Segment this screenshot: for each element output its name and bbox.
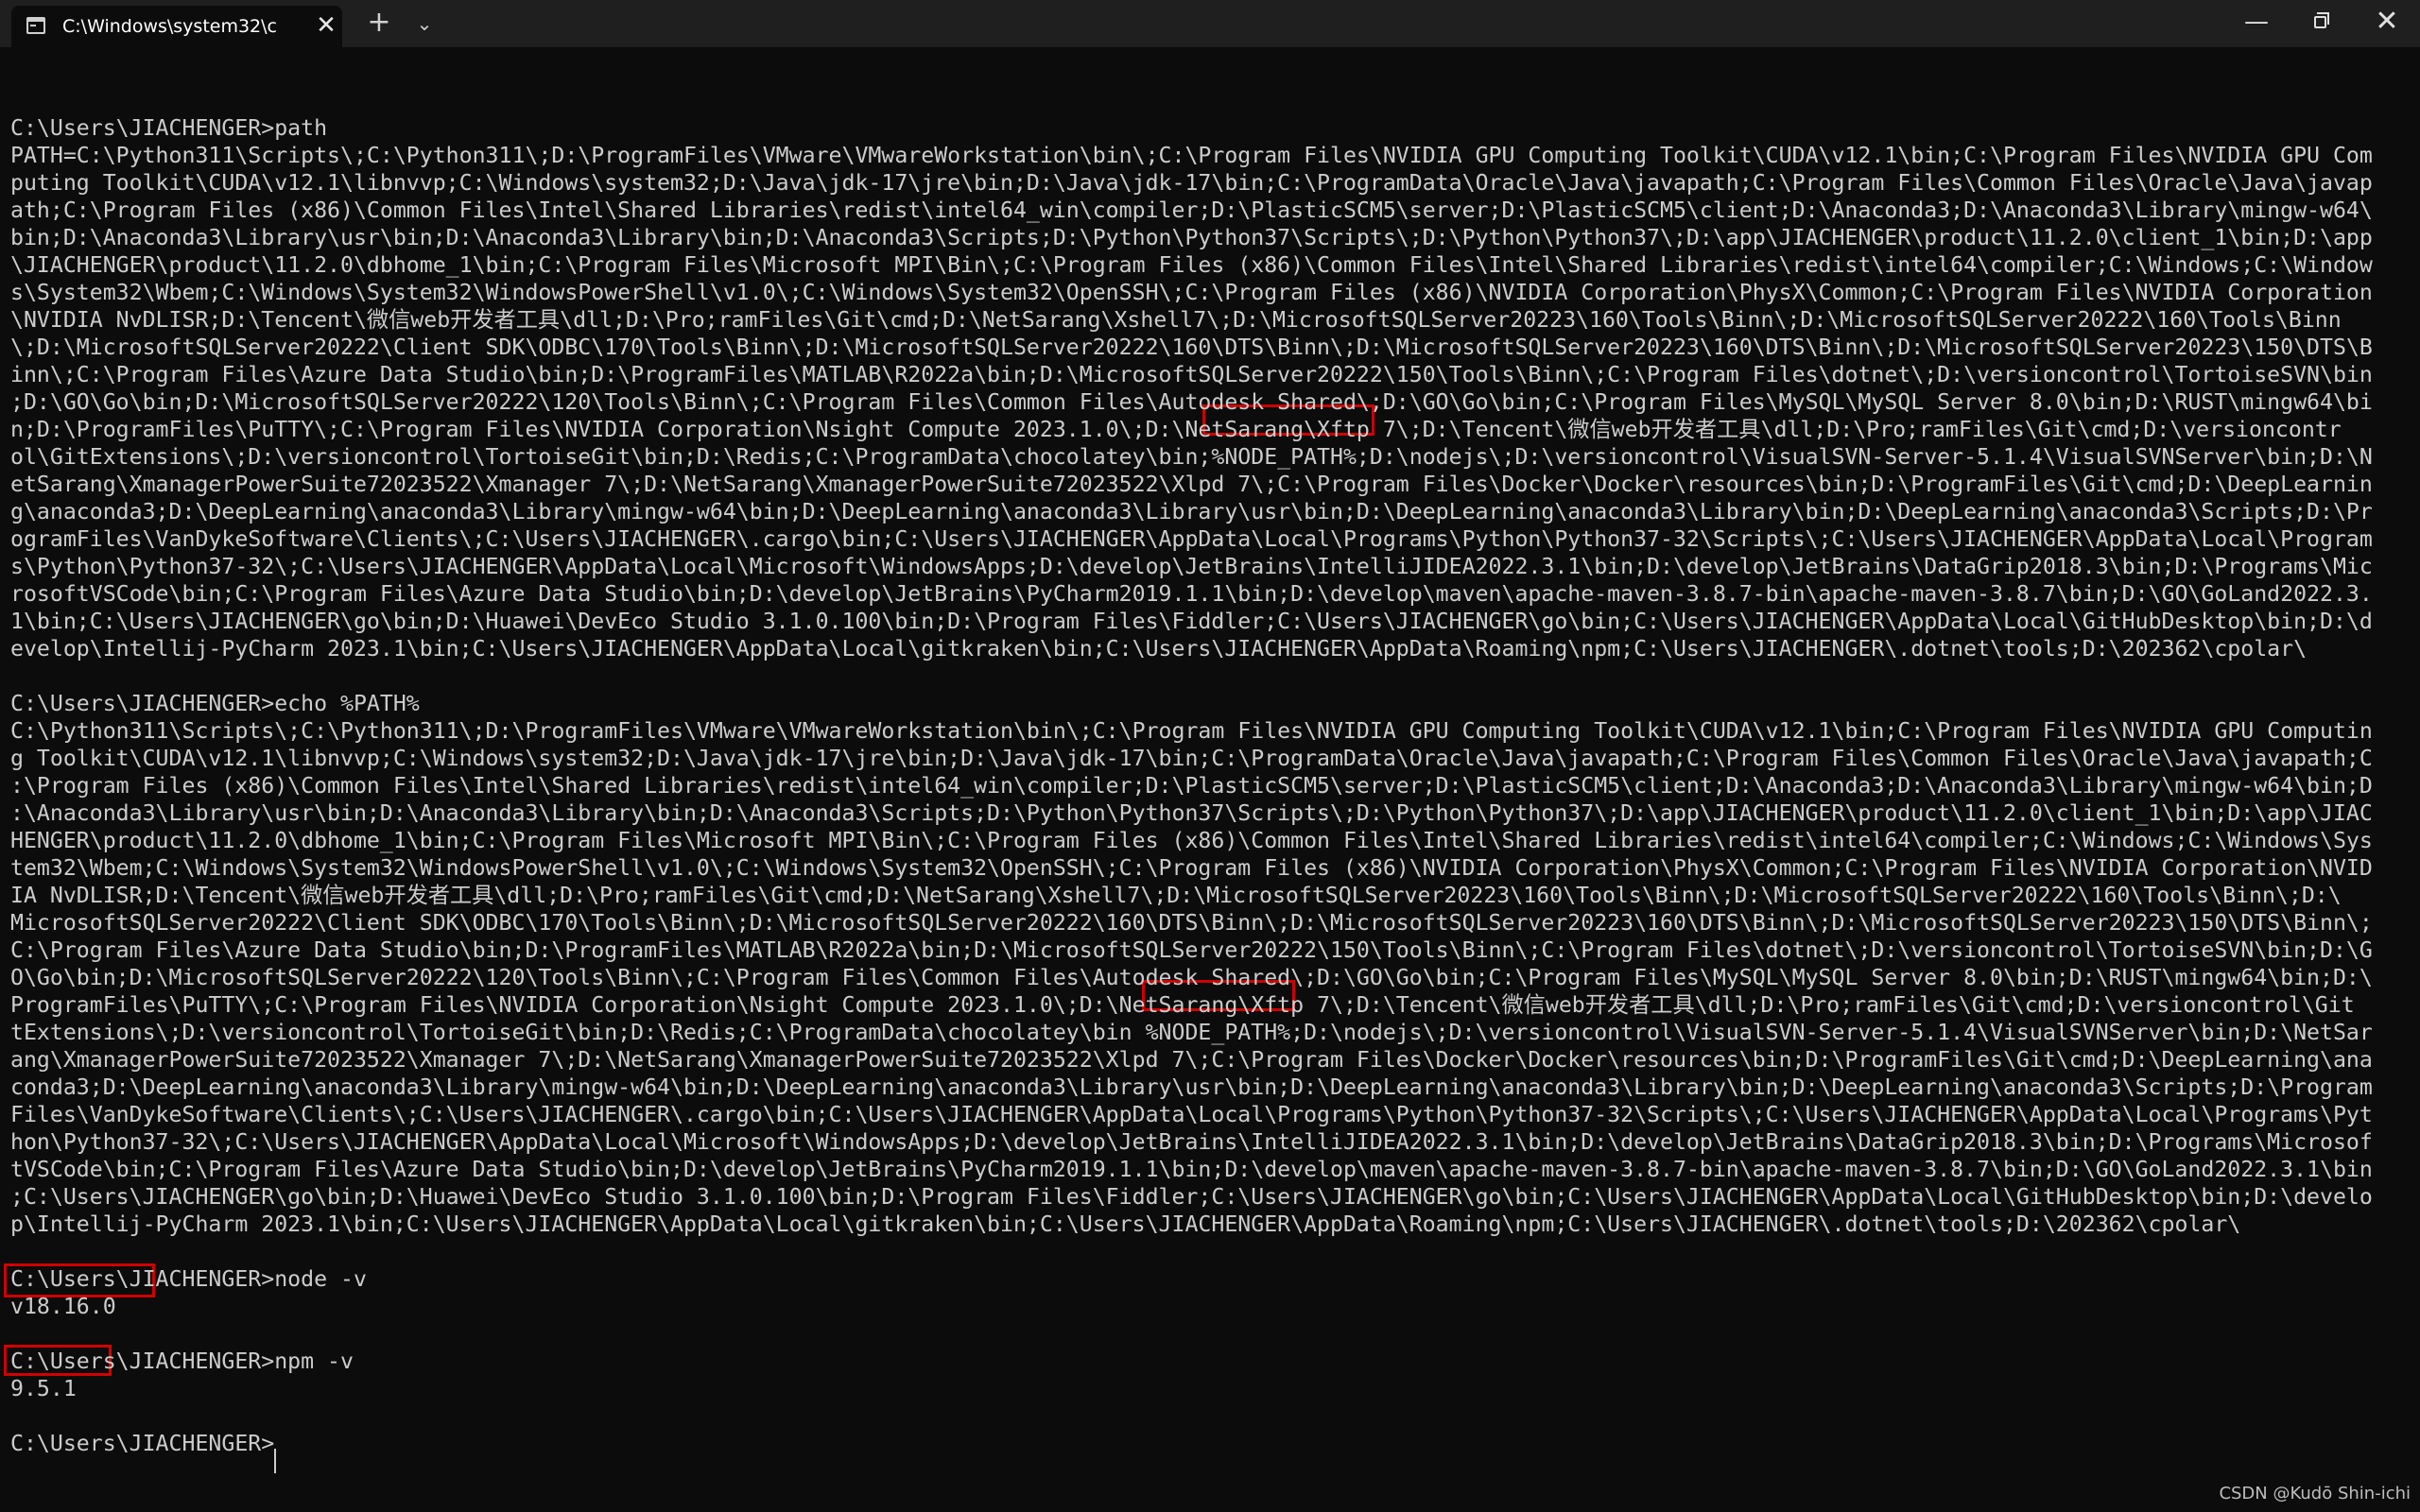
terminal-line: C:\Program Files\Azure Data Studio\bin;D… xyxy=(10,937,2373,963)
terminal-line: etSarang\XmanagerPowerSuite72023522\Xman… xyxy=(10,472,2373,497)
terminal-line: tem32\Wbem;C:\Windows\System32\WindowsPo… xyxy=(10,855,2373,881)
close-button[interactable]: ✕ xyxy=(2354,0,2420,43)
terminal-line: v18.16.0 xyxy=(10,1294,116,1319)
terminal-line: C:\Users\JIACHENGER>npm -v xyxy=(10,1349,354,1374)
maximize-button[interactable] xyxy=(2288,0,2354,43)
terminal-line: C:\Users\JIACHENGER>echo %PATH% xyxy=(10,691,420,716)
terminal-line: puting Toolkit\CUDA\v12.1\libnvvp;C:\Win… xyxy=(10,170,2373,196)
minimize-button[interactable]: — xyxy=(2223,0,2290,43)
terminal-line: MicrosoftSQLServer20222\Client SDK\ODBC\… xyxy=(10,910,2373,936)
terminal-line: ath;C:\Program Files (x86)\Common Files\… xyxy=(10,198,2373,223)
terminal-line: :\Program Files (x86)\Common Files\Intel… xyxy=(10,773,2373,799)
restore-icon xyxy=(2314,12,2329,28)
text-cursor xyxy=(274,1449,276,1473)
terminal-line: s\System32\Wbem;C:\Windows\System32\Wind… xyxy=(10,280,2373,305)
terminal-line: 9.5.1 xyxy=(10,1376,77,1401)
watermark: CSDN @Kudō Shin-ichi xyxy=(2219,1484,2411,1503)
terminal-line: ogramFiles\VanDykeSoftware\Clients\;C:\U… xyxy=(10,526,2373,552)
terminal-line: rosoftVSCode\bin;C:\Program Files\Azure … xyxy=(10,581,2373,607)
terminal-line: s\Python\Python37-32\;C:\Users\JIACHENGE… xyxy=(10,554,2373,579)
terminal-line: tExtensions\;D:\versioncontrol\TortoiseG… xyxy=(10,1020,2373,1045)
terminal-line: bin;D:\Anaconda3\Library\usr\bin;D:\Anac… xyxy=(10,225,2373,250)
terminal-output[interactable]: C:\Users\JIACHENGER>path PATH=C:\Python31… xyxy=(0,47,2420,1512)
terminal-line: inn\;C:\Program Files\Azure Data Studio\… xyxy=(10,362,2373,387)
terminal-line: PATH=C:\Python311\Scripts\;C:\Python311\… xyxy=(10,143,2373,168)
terminal-line: C:\Users\JIACHENGER>path xyxy=(10,115,328,141)
terminal-line: ;D:\GO\Go\bin;D:\MicrosoftSQLServer20222… xyxy=(10,389,2373,415)
terminal-line: :\Anaconda3\Library\usr\bin;D:\Anaconda3… xyxy=(10,800,2373,826)
terminal-line: p\Intellij-PyCharm 2023.1\bin;C:\Users\J… xyxy=(10,1211,2241,1237)
terminal-line: conda3;D:\DeepLearning\anaconda3\Library… xyxy=(10,1074,2373,1100)
terminal-line: tVSCode\bin;C:\Program Files\Azure Data … xyxy=(10,1157,2373,1182)
terminal-line: g Toolkit\CUDA\v12.1\libnvvp;C:\Windows\… xyxy=(10,746,2373,771)
title-bar: C:\Windows\system32\cmd.e ✕ + ⌄ — ✕ xyxy=(0,0,2420,47)
terminal-line: ;C:\Users\JIACHENGER\go\bin;D:\Huawei\De… xyxy=(10,1184,2373,1210)
terminal-line: g\anaconda3;D:\DeepLearning\anaconda3\Li… xyxy=(10,499,2373,524)
terminal-line: Files\VanDykeSoftware\Clients\;C:\Users\… xyxy=(10,1102,2373,1127)
terminal-line: O\Go\bin;D:\MicrosoftSQLServer20222\120\… xyxy=(10,965,2373,990)
tab-close-button[interactable]: ✕ xyxy=(312,11,340,40)
terminal-line: IA NvDLISR;D:\Tencent\微信web开发者工具\dll;D:\… xyxy=(10,883,2342,908)
tab-cmd[interactable]: C:\Windows\system32\cmd.e ✕ xyxy=(11,6,342,47)
terminal-line: HENGER\product\11.2.0\dbhome_1\bin;C:\Pr… xyxy=(10,828,2373,853)
terminal-line: ang\XmanagerPowerSuite72023522\Xmanager … xyxy=(10,1047,2373,1073)
terminal-line: ol\GitExtensions\;D:\versioncontrol\Tort… xyxy=(10,444,2373,470)
terminal-line: evelop\Intellij-PyCharm 2023.1\bin;C:\Us… xyxy=(10,636,2308,662)
terminal-line: ProgramFiles\PuTTY\;C:\Program Files\NVI… xyxy=(10,992,2355,1018)
terminal-line: C:\Users\JIACHENGER>node -v xyxy=(10,1266,367,1292)
terminal-line: C:\Users\JIACHENGER> xyxy=(10,1431,275,1456)
terminal-icon xyxy=(26,17,45,34)
terminal-line: \NVIDIA NvDLISR;D:\Tencent\微信web开发者工具\dl… xyxy=(10,307,2342,333)
terminal-line: \;D:\MicrosoftSQLServer20222\Client SDK\… xyxy=(10,335,2373,360)
terminal-line: \JIACHENGER\product\11.2.0\dbhome_1\bin;… xyxy=(10,252,2373,278)
terminal-line: 1\bin;C:\Users\JIACHENGER\go\bin;D:\Huaw… xyxy=(10,609,2373,634)
terminal-line: hon\Python37-32\;C:\Users\JIACHENGER\App… xyxy=(10,1129,2373,1155)
tab-title: C:\Windows\system32\cmd.e xyxy=(62,16,276,37)
terminal-line: n;D:\ProgramFiles\PuTTY\;C:\Program File… xyxy=(10,417,2342,442)
new-tab-button[interactable]: + xyxy=(365,9,393,38)
terminal-line: C:\Python311\Scripts\;C:\Python311\;D:\P… xyxy=(10,718,2373,744)
tab-dropdown-button[interactable]: ⌄ xyxy=(410,9,439,38)
